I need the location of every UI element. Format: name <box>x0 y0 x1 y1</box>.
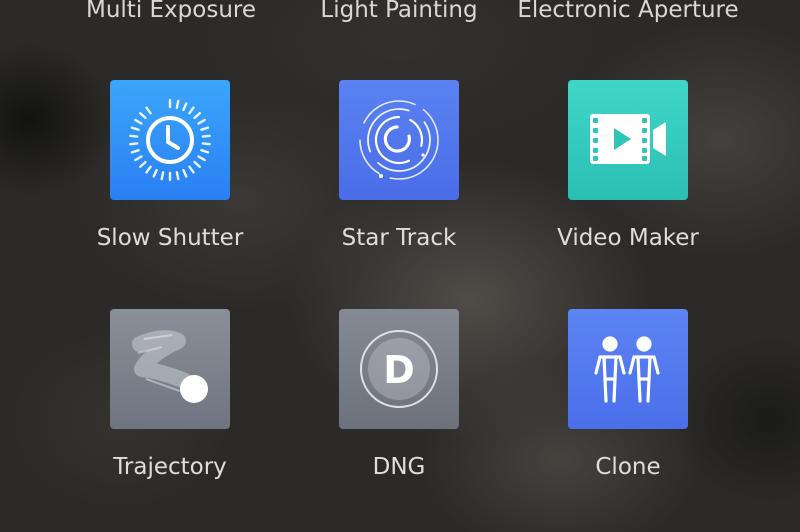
mode-label-dng: DNG <box>372 454 426 480</box>
mode-dng[interactable]: D DNG <box>285 309 513 483</box>
mode-label-light-painting[interactable]: Light Painting <box>269 0 529 26</box>
star-track-icon[interactable] <box>339 80 459 200</box>
mode-clone[interactable]: Clone <box>514 309 742 483</box>
mode-label-video-maker: Video Maker <box>557 225 699 251</box>
mode-label-star-track: Star Track <box>341 225 457 251</box>
mode-star-track[interactable]: Star Track <box>285 80 513 254</box>
dng-glyph: D <box>383 348 415 392</box>
mode-slow-shutter[interactable]: Slow Shutter <box>56 80 284 254</box>
slow-shutter-icon[interactable] <box>110 80 230 200</box>
trajectory-icon[interactable] <box>110 309 230 429</box>
mode-label-clone: Clone <box>595 454 661 480</box>
mode-label-electronic-aperture[interactable]: Electronic Aperture <box>498 0 758 26</box>
mode-trajectory[interactable]: Trajectory <box>56 309 284 483</box>
dng-icon[interactable]: D <box>339 309 459 429</box>
mode-video-maker[interactable]: Video Maker <box>514 80 742 254</box>
mode-label-multi-exposure[interactable]: Multi Exposure <box>41 0 301 26</box>
mode-label-slow-shutter: Slow Shutter <box>96 225 244 251</box>
mode-label-trajectory: Trajectory <box>113 454 227 480</box>
clone-icon[interactable] <box>568 309 688 429</box>
video-maker-icon[interactable] <box>568 80 688 200</box>
